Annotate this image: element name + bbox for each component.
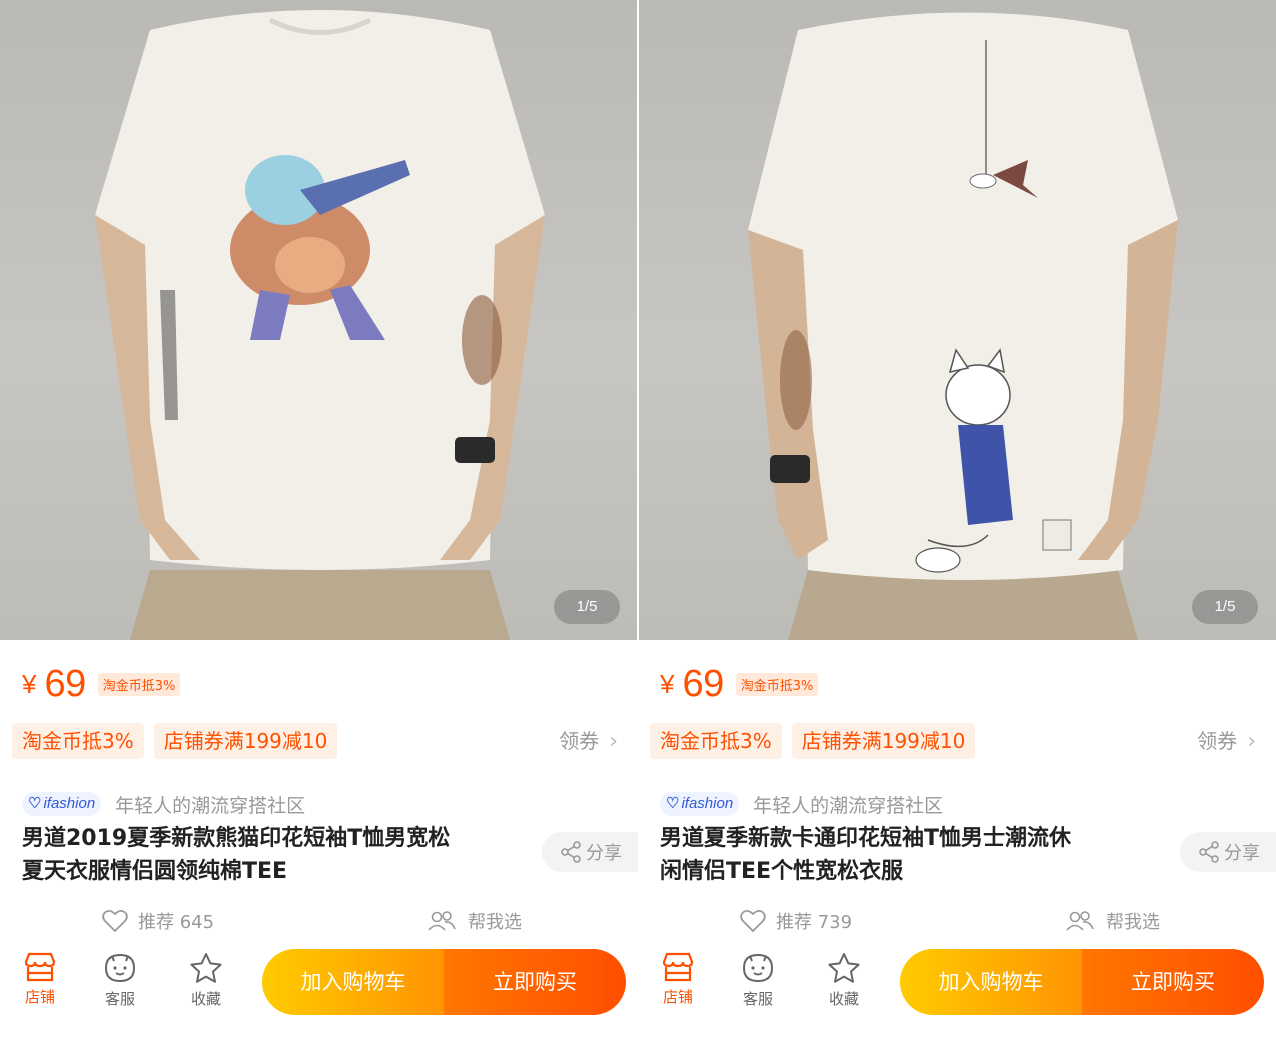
social-row: 推荐 645 帮我选 <box>0 905 638 937</box>
product-title-line2: 夏天衣服情侣圆领纯棉TEE <box>22 859 288 884</box>
recommend-button[interactable]: 推荐 739 <box>740 905 852 937</box>
heart-icon <box>740 909 766 933</box>
people-icon <box>428 911 456 931</box>
service-icon <box>104 953 136 983</box>
heart-icon <box>102 909 128 933</box>
get-coupon-label: 领券 <box>1197 729 1238 753</box>
service-label: 客服 <box>742 990 773 1008</box>
recommend-button[interactable]: 推荐 645 <box>102 905 214 937</box>
product-title-line1: 男道2019夏季新款熊猫印花短袖T恤男宽松 <box>22 826 451 851</box>
currency-symbol: ¥ <box>22 668 37 699</box>
promo-coin[interactable]: 淘金币抵3% <box>12 723 144 759</box>
panel-divider <box>637 0 639 640</box>
promo-row: 淘金币抵3% 店铺券满199减10 领券 › <box>650 722 1276 760</box>
price-value: 69 <box>682 662 724 705</box>
cta-group: 加入购物车 立即购买 <box>262 949 626 1015</box>
chevron-right-icon: › <box>609 729 618 754</box>
help-pick-label: 帮我选 <box>1106 912 1160 933</box>
bottom-action-bar: 店铺 客服 收藏 加入购物车 立即购买 <box>638 948 1276 1020</box>
share-label: 分享 <box>586 843 622 864</box>
share-button[interactable]: 分享 <box>542 832 638 872</box>
get-coupon-label: 领券 <box>559 729 600 753</box>
promo-row: 淘金币抵3% 店铺券满199减10 领券 › <box>12 722 638 760</box>
favorite-label: 收藏 <box>828 990 859 1008</box>
share-label: 分享 <box>1224 843 1260 864</box>
favorite-label: 收藏 <box>190 990 221 1008</box>
coin-discount-tag: 淘金币抵3% <box>97 672 181 696</box>
brand-slogan: 年轻人的潮流穿搭社区 <box>115 794 306 817</box>
page-indicator: 1/5 <box>1192 590 1258 624</box>
star-icon <box>190 953 222 983</box>
buy-now-button[interactable]: 立即购买 <box>1082 949 1264 1015</box>
brand-name: ifashion <box>681 795 734 812</box>
brand-name: ifashion <box>43 795 96 812</box>
favorite-button[interactable]: 收藏 <box>814 952 874 1014</box>
favorite-button[interactable]: 收藏 <box>176 952 236 1014</box>
currency-symbol: ¥ <box>660 668 675 699</box>
chevron-right-icon: › <box>1247 729 1256 754</box>
ifashion-mark-icon: ♡ <box>666 795 680 812</box>
product-image[interactable]: 1/5 <box>0 0 638 640</box>
promo-store-coupon[interactable]: 店铺券满199减10 <box>153 723 338 759</box>
get-coupon-link[interactable]: 领券 › <box>1197 722 1256 760</box>
buy-now-button[interactable]: 立即购买 <box>444 949 626 1015</box>
store-label: 店铺 <box>24 988 55 1006</box>
page-indicator: 1/5 <box>554 590 620 624</box>
brand-row: ♡ ifashion 年轻人的潮流穿搭社区 <box>660 791 943 817</box>
product-title-line1: 男道夏季新款卡通印花短袖T恤男士潮流休 <box>660 826 1072 851</box>
store-icon <box>662 952 694 982</box>
product-title: 男道夏季新款卡通印花短袖T恤男士潮流休 闲情侣TEE个性宽松衣服 <box>660 822 1180 888</box>
product-image-illustration <box>95 10 545 640</box>
customer-service-button[interactable]: 客服 <box>728 952 788 1014</box>
help-pick-button[interactable]: 帮我选 <box>1066 905 1160 937</box>
store-button[interactable]: 店铺 <box>648 952 708 1014</box>
product-panel-right: 1/5 ¥ 69 淘金币抵3% 淘金币抵3% 店铺券满199减10 领券 › ♡ i… <box>638 0 1276 1038</box>
star-icon <box>828 953 860 983</box>
service-icon <box>742 953 774 983</box>
share-button[interactable]: 分享 <box>1180 832 1276 872</box>
brand-slogan: 年轻人的潮流穿搭社区 <box>753 794 944 817</box>
social-row: 推荐 739 帮我选 <box>638 905 1276 937</box>
get-coupon-link[interactable]: 领券 › <box>559 722 618 760</box>
recommend-count: 推荐 739 <box>776 912 853 933</box>
price-value: 69 <box>44 662 86 705</box>
promo-coin[interactable]: 淘金币抵3% <box>650 723 782 759</box>
product-title: 男道2019夏季新款熊猫印花短袖T恤男宽松 夏天衣服情侣圆领纯棉TEE <box>22 822 542 888</box>
cta-group: 加入购物车 立即购买 <box>900 949 1264 1015</box>
price-row: ¥ 69 淘金币抵3% <box>22 662 181 706</box>
product-image-illustration <box>748 12 1178 640</box>
help-pick-button[interactable]: 帮我选 <box>428 905 522 937</box>
recommend-count: 推荐 645 <box>138 912 215 933</box>
share-icon <box>561 841 581 863</box>
coin-discount-tag: 淘金币抵3% <box>735 672 819 696</box>
service-label: 客服 <box>104 990 135 1008</box>
share-icon <box>1199 841 1219 863</box>
store-button[interactable]: 店铺 <box>10 952 70 1014</box>
help-pick-label: 帮我选 <box>468 912 522 933</box>
ifashion-logo[interactable]: ♡ ifashion <box>660 792 740 816</box>
bottom-action-bar: 店铺 客服 收藏 加入购物车 立即购买 <box>0 948 638 1020</box>
people-icon <box>1066 911 1094 931</box>
product-title-line2: 闲情侣TEE个性宽松衣服 <box>660 859 904 884</box>
store-label: 店铺 <box>662 988 693 1006</box>
promo-store-coupon[interactable]: 店铺券满199减10 <box>791 723 976 759</box>
brand-row: ♡ ifashion 年轻人的潮流穿搭社区 <box>22 791 305 817</box>
price-row: ¥ 69 淘金币抵3% <box>660 662 819 706</box>
ifashion-logo[interactable]: ♡ ifashion <box>22 792 102 816</box>
add-to-cart-button[interactable]: 加入购物车 <box>900 949 1082 1015</box>
product-panel-left: 1/5 ¥ 69 淘金币抵3% 淘金币抵3% 店铺券满199减10 领券 › ♡ i… <box>0 0 638 1038</box>
store-icon <box>24 952 56 982</box>
add-to-cart-button[interactable]: 加入购物车 <box>262 949 444 1015</box>
customer-service-button[interactable]: 客服 <box>90 952 150 1014</box>
ifashion-mark-icon: ♡ <box>28 795 42 812</box>
product-image[interactable]: 1/5 <box>638 0 1276 640</box>
